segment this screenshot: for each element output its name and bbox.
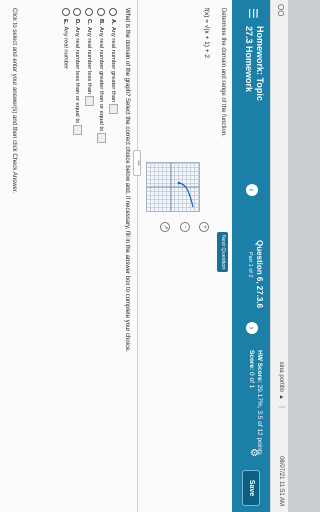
assignment-subtitle[interactable]: 27.3 Homework [244,26,254,92]
chevron-right-icon: › [247,326,257,330]
radio-button[interactable] [85,8,94,16]
answer-box[interactable] [73,125,82,136]
choice-letter: B. [97,19,104,25]
choice-d[interactable]: D.Any real number less than or equal to [73,8,82,136]
graph-canvas [147,163,199,211]
choice-e[interactable]: E.Any real number [62,8,70,69]
user-icon[interactable]: ▲ [278,394,284,400]
answer-box[interactable] [109,104,118,115]
screen: OO sina portillo ▲ | 08/07/21 11:51 AM ☰… [0,0,288,512]
choice-c[interactable]: C.Any real number less than [85,8,94,107]
expand-icon[interactable]: ↗ [160,222,170,232]
problem-instruction: Determine the domain and range of the fu… [220,8,226,137]
answer-box[interactable] [85,96,94,107]
choice-letter: E. [62,19,69,25]
radio-button[interactable] [73,8,82,16]
top-bar: OO sina portillo ▲ | 08/07/21 11:51 AM [270,0,288,512]
hw-score-label: HW Score: [256,350,263,383]
save-button[interactable]: Save [242,470,260,506]
choice-b[interactable]: B.Any real number greater than or equal … [97,8,106,144]
hw-score-value: 29.17%, 3.5 of 12 points [256,384,263,455]
choice-letter: C. [85,19,92,25]
radio-button[interactable] [62,8,70,16]
chevron-left-icon: ‹ [247,188,257,192]
score-value: 0 of 1 [248,372,255,389]
choice-text: Any real number greater than [109,26,116,103]
choice-a[interactable]: A.Any real number greater than [109,8,118,115]
function-graph[interactable] [146,162,200,212]
choice-letter: D. [73,19,80,25]
divider-handle[interactable]: ••• [133,150,141,176]
score-label: Score: [248,350,255,371]
radio-button[interactable] [97,8,106,16]
answer-box[interactable] [97,133,106,144]
separator: | [278,406,285,408]
function-expression: f(x) = √(x + 1) + 2 [203,8,210,58]
settings-gear-icon[interactable]: ⚙ [248,448,259,457]
zoom-out-icon[interactable]: − [180,222,190,232]
assignment-header: ☰ Homework: Topic 27.3 Homework ‹ Questi… [232,0,270,512]
section-divider [137,0,138,512]
question-label[interactable]: Question 6, 27.3.6 [255,240,264,308]
score-panel: HW Score: 29.17%, 3.5 of 12 points Score… [247,350,263,455]
choice-text: Any real number less than or equal to [73,26,80,124]
user-name[interactable]: sina portillo [278,362,284,392]
question-part: Part 1 of 2 [247,252,253,278]
question-prompt: What is the domain of the graph? Select … [124,8,130,353]
choice-letter: A. [109,19,116,25]
help-text: Click to select and enter your answer(s)… [11,8,17,194]
radio-button[interactable] [109,8,118,16]
zoom-in-icon[interactable]: + [199,222,209,232]
choice-text: Any real number [62,26,69,70]
datetime: 08/07/21 11:51 AM [278,456,284,506]
window-controls[interactable]: OO [276,4,285,16]
previous-question-button[interactable]: ‹ [246,184,258,196]
assignment-title[interactable]: Homework: Topic [255,26,265,101]
choice-text: Any real number greater than or equal to [97,26,104,132]
hamburger-menu-icon[interactable]: ☰ [246,8,260,19]
next-question-arrow-button[interactable]: › [246,322,258,334]
choice-text: Any real number less than [85,26,92,95]
next-question-button[interactable]: Next Question [217,232,228,272]
